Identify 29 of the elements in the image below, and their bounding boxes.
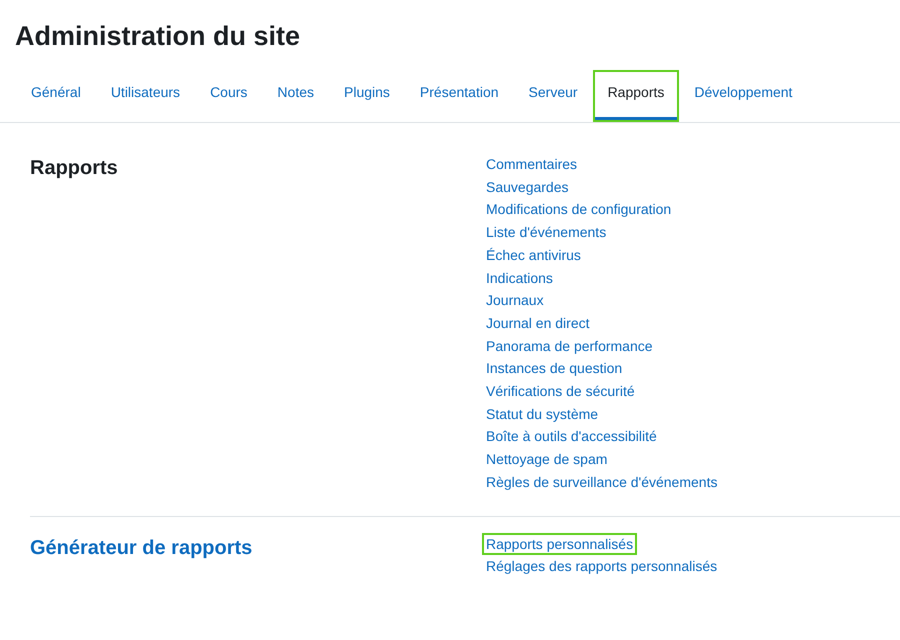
tab[interactable]: Cours xyxy=(195,70,262,122)
report-link[interactable]: Vérifications de sécurité xyxy=(482,380,639,403)
tab[interactable]: Plugins xyxy=(329,70,405,122)
report-link[interactable]: Instances de question xyxy=(482,357,626,380)
tab[interactable]: Serveur xyxy=(514,70,593,122)
report-link[interactable]: Boîte à outils d'accessibilité xyxy=(482,425,661,448)
section-heading: Rapports xyxy=(30,157,118,179)
tab[interactable]: Notes xyxy=(262,70,329,122)
report-link[interactable]: Réglages des rapports personnalisés xyxy=(482,555,722,578)
tab[interactable]: Rapports xyxy=(592,70,680,122)
report-link[interactable]: Sauvegardes xyxy=(482,176,573,198)
section-link[interactable]: Générateur de rapports xyxy=(30,536,252,559)
report-link[interactable]: Commentaires xyxy=(482,153,582,176)
report-link[interactable]: Journaux xyxy=(482,289,548,312)
report-link[interactable]: Statut du système xyxy=(482,402,602,426)
tab[interactable]: Développement xyxy=(679,70,808,122)
report-link[interactable]: Journal en direct xyxy=(482,312,594,335)
report-link[interactable]: Échec antivirus xyxy=(482,244,585,267)
report-link[interactable]: Nettoyage de spam xyxy=(482,448,612,471)
report-link[interactable]: Rapports personnalisés xyxy=(482,532,638,556)
tab[interactable]: Général xyxy=(16,70,96,122)
tab[interactable]: Présentation xyxy=(404,70,514,122)
report-link[interactable]: Liste d'événements xyxy=(482,221,610,244)
report-link[interactable]: Modifications de configuration xyxy=(482,198,676,222)
tab[interactable]: Utilisateurs xyxy=(96,70,196,122)
report-link[interactable]: Panorama de performance xyxy=(482,334,657,358)
page-title: Administration du site xyxy=(14,20,302,53)
report-link[interactable]: Indications xyxy=(482,266,557,290)
report-link[interactable]: Règles de surveillance d'événements xyxy=(482,470,722,494)
